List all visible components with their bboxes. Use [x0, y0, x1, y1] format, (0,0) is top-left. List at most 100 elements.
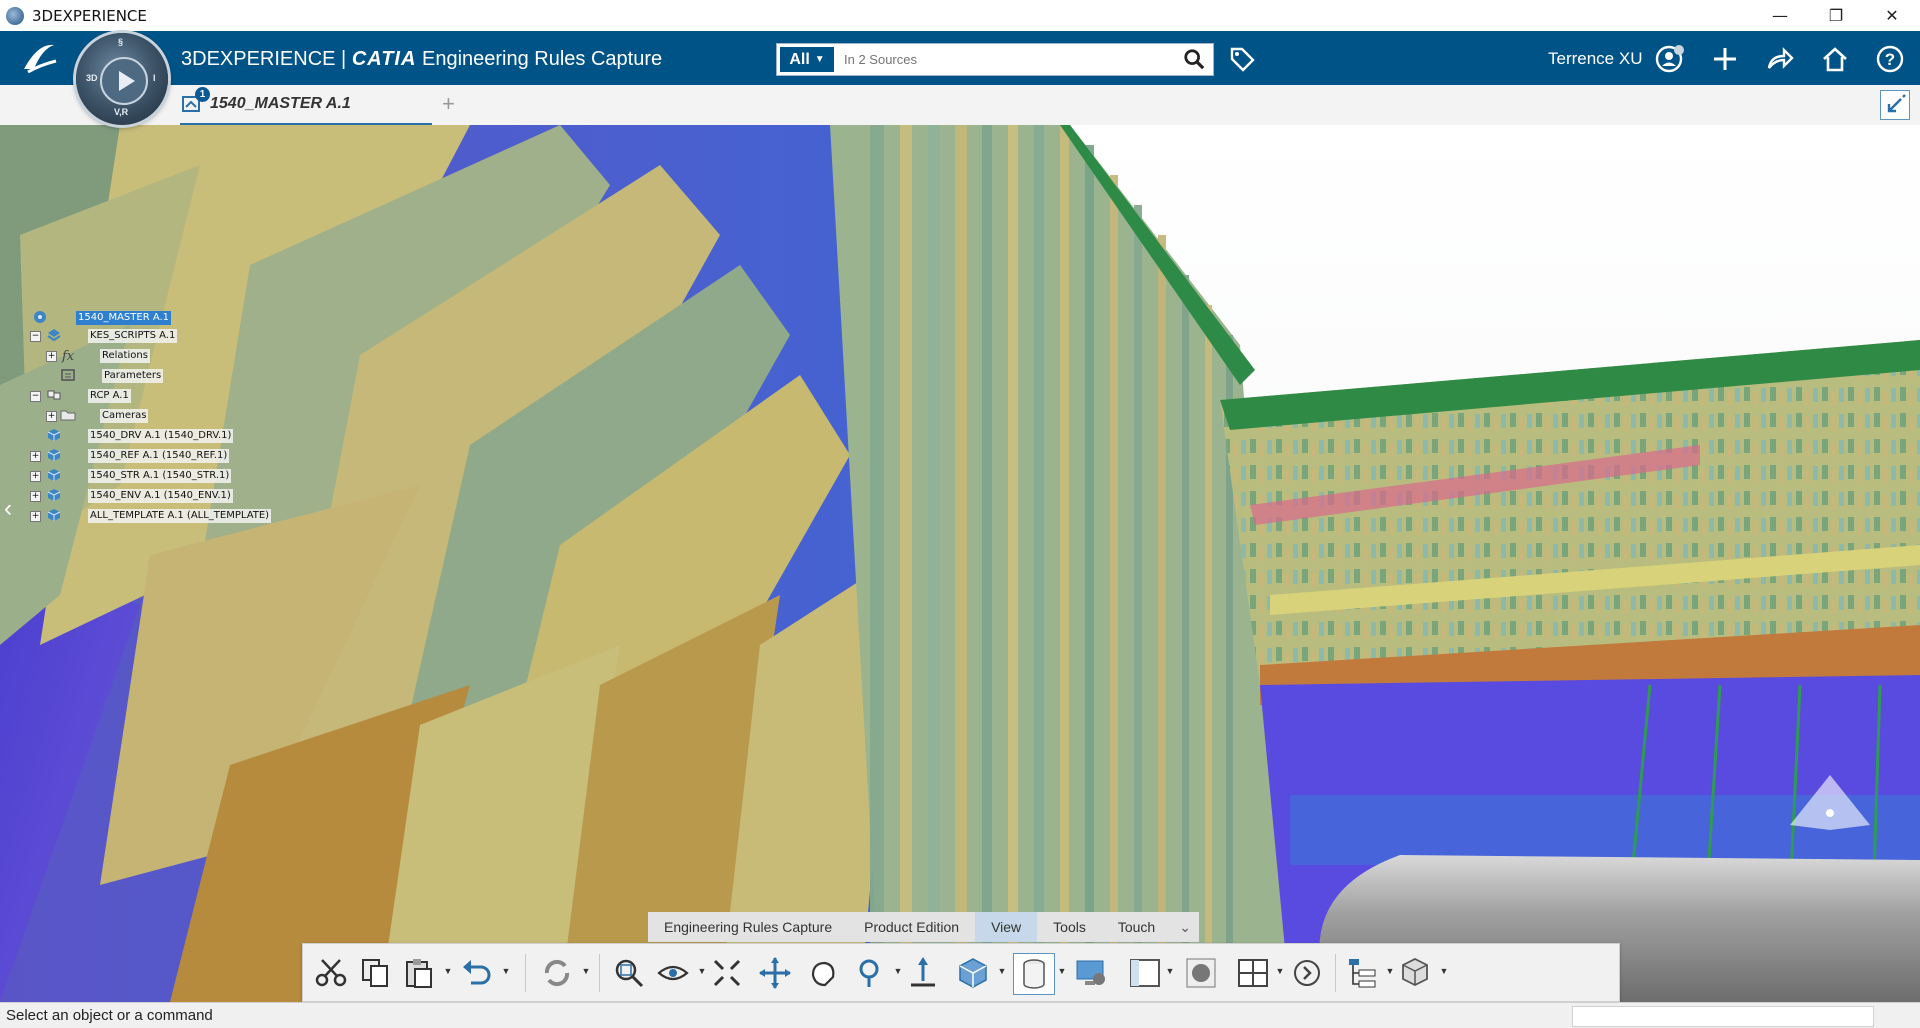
close-button[interactable]: ✕	[1864, 0, 1920, 31]
product-root-icon	[34, 311, 46, 323]
section-tab-tools[interactable]: Tools	[1037, 912, 1102, 942]
compass-i-label[interactable]: I	[153, 73, 156, 83]
part-icon	[47, 509, 61, 521]
tab-1540-master[interactable]: 1 1540_MASTER A.1	[180, 85, 432, 126]
compass-social-label[interactable]: §	[118, 37, 123, 47]
dassault-logo-icon[interactable]	[18, 39, 60, 83]
part-icon	[47, 469, 61, 481]
expand-node-icon[interactable]: +	[46, 351, 57, 362]
view-mode-icon[interactable]	[1125, 953, 1165, 993]
expand-panel-icon[interactable]: ‹	[4, 495, 12, 523]
compass-widget[interactable]: 3D V,R I §	[76, 33, 168, 125]
add-tab-button[interactable]: +	[442, 91, 455, 117]
chevron-down-icon[interactable]: ⌄	[1171, 912, 1199, 942]
rotate-icon[interactable]	[803, 953, 843, 993]
knowledge-set-icon	[47, 329, 61, 342]
collapse-node-icon[interactable]: −	[30, 391, 41, 402]
search-bar: All ▼	[776, 43, 1214, 76]
help-icon[interactable]: ?	[1875, 44, 1905, 74]
window-titlebar: 3DEXPERIENCE — ❐ ✕	[0, 0, 1920, 31]
expand-node-icon[interactable]: +	[30, 491, 41, 502]
section-tab-touch[interactable]: Touch	[1102, 912, 1171, 942]
expand-node-icon[interactable]: +	[46, 411, 57, 422]
shading-icon[interactable]	[1181, 953, 1221, 993]
app-title: 3DEXPERIENCE | CATIA Engineering Rules C…	[181, 48, 663, 70]
product-icon	[47, 390, 61, 400]
part-icon	[47, 429, 61, 441]
status-bar: Select an object or a command	[0, 1002, 1920, 1028]
home-icon[interactable]	[1820, 44, 1850, 74]
search-icon[interactable]	[1183, 48, 1205, 70]
compass-vr-label[interactable]: V,R	[114, 107, 128, 117]
status-message: Select an object or a command	[6, 1007, 213, 1024]
multi-view-dropdown-icon[interactable]: ▼	[1275, 966, 1285, 978]
render-dropdown-icon[interactable]: ▼	[1057, 966, 1067, 978]
zoom-area-icon[interactable]	[609, 953, 649, 993]
pan-icon[interactable]	[755, 953, 795, 993]
iso-dropdown-icon[interactable]: ▼	[997, 966, 1007, 978]
paste-dropdown-icon[interactable]: ▼	[443, 966, 453, 978]
tab-label: 1540_MASTER A.1	[210, 95, 351, 112]
part-icon	[47, 489, 61, 501]
share-icon[interactable]	[1765, 44, 1795, 74]
tab-bar: 1 1540_MASTER A.1 +	[0, 85, 1920, 126]
section-tab-product-edition[interactable]: Product Edition	[848, 912, 975, 942]
update-icon[interactable]	[537, 953, 577, 993]
relations-icon: fx	[61, 349, 75, 363]
top-bar: 3DEXPERIENCE | CATIA Engineering Rules C…	[0, 31, 1920, 85]
compass-dropdown-icon[interactable]: ▼	[1439, 966, 1449, 978]
compass-3d-label[interactable]: 3D	[86, 73, 98, 83]
play-icon[interactable]	[100, 57, 148, 105]
cut-icon[interactable]	[311, 953, 351, 993]
paste-icon[interactable]	[399, 953, 439, 993]
collapse-node-icon[interactable]: −	[30, 331, 41, 342]
action-bar: ▼ ▼ ▼ ▼ ▼ ▼ ▼ ▼ ▼ ▼ ▼	[302, 943, 1620, 1002]
fly-view-icon[interactable]	[653, 953, 693, 993]
folder-icon	[60, 410, 76, 421]
tab-badge: 1	[195, 87, 210, 102]
copy-icon[interactable]	[355, 953, 395, 993]
svg-text:fx: fx	[61, 349, 75, 363]
tree-dropdown-icon[interactable]: ▼	[1385, 966, 1395, 978]
ambience-icon[interactable]	[1071, 953, 1111, 993]
iso-view-icon[interactable]	[953, 953, 993, 993]
search-input[interactable]	[842, 46, 1176, 73]
zoom-dropdown-icon[interactable]: ▼	[893, 966, 903, 978]
part-icon	[47, 449, 61, 461]
plus-icon[interactable]	[1710, 44, 1740, 74]
minimize-button[interactable]: —	[1752, 0, 1808, 31]
render-style-icon[interactable]	[1013, 953, 1055, 995]
user-name[interactable]: Terrence XU	[1548, 49, 1642, 69]
compass-icon[interactable]	[1395, 953, 1435, 993]
update-dropdown-icon[interactable]: ▼	[581, 966, 591, 978]
tree-display-icon[interactable]	[1343, 953, 1383, 993]
power-input-field[interactable]	[1572, 1006, 1874, 1027]
svg-text:?: ?	[1885, 50, 1895, 69]
expand-node-icon[interactable]: +	[30, 511, 41, 522]
app-logo-icon	[6, 6, 24, 25]
undo-icon[interactable]	[457, 953, 497, 993]
expand-node-icon[interactable]: +	[30, 471, 41, 482]
parameters-icon	[61, 369, 75, 381]
restore-button[interactable]: ❐	[1808, 0, 1864, 31]
multi-view-icon[interactable]	[1233, 953, 1273, 993]
view-dropdown-icon[interactable]: ▼	[697, 966, 707, 978]
3d-scene	[0, 125, 1920, 1002]
3d-viewport[interactable]: 1540_MASTER A.1 − KES_SCRIPTS A.1 + fx R…	[0, 125, 1920, 1002]
next-icon[interactable]	[1287, 953, 1327, 993]
window-title: 3DEXPERIENCE	[32, 6, 147, 25]
product-tab-icon: 1	[182, 87, 210, 113]
expand-node-icon[interactable]: +	[30, 451, 41, 462]
normal-view-icon[interactable]	[903, 953, 943, 993]
section-tab-view[interactable]: View	[975, 912, 1038, 942]
collapse-icon[interactable]	[1880, 90, 1910, 120]
view-mode-dropdown-icon[interactable]: ▼	[1165, 966, 1175, 978]
section-tab-engineering-rules-capture[interactable]: Engineering Rules Capture	[648, 912, 848, 942]
user-avatar-icon[interactable]	[1655, 44, 1685, 74]
undo-dropdown-icon[interactable]: ▼	[501, 966, 511, 978]
fit-all-icon[interactable]	[707, 953, 747, 993]
tag-icon[interactable]	[1228, 45, 1256, 73]
section-tabs: Engineering Rules Capture Product Editio…	[648, 912, 1199, 942]
zoom-icon[interactable]	[851, 953, 891, 993]
search-scope-dropdown[interactable]: All ▼	[780, 47, 834, 72]
